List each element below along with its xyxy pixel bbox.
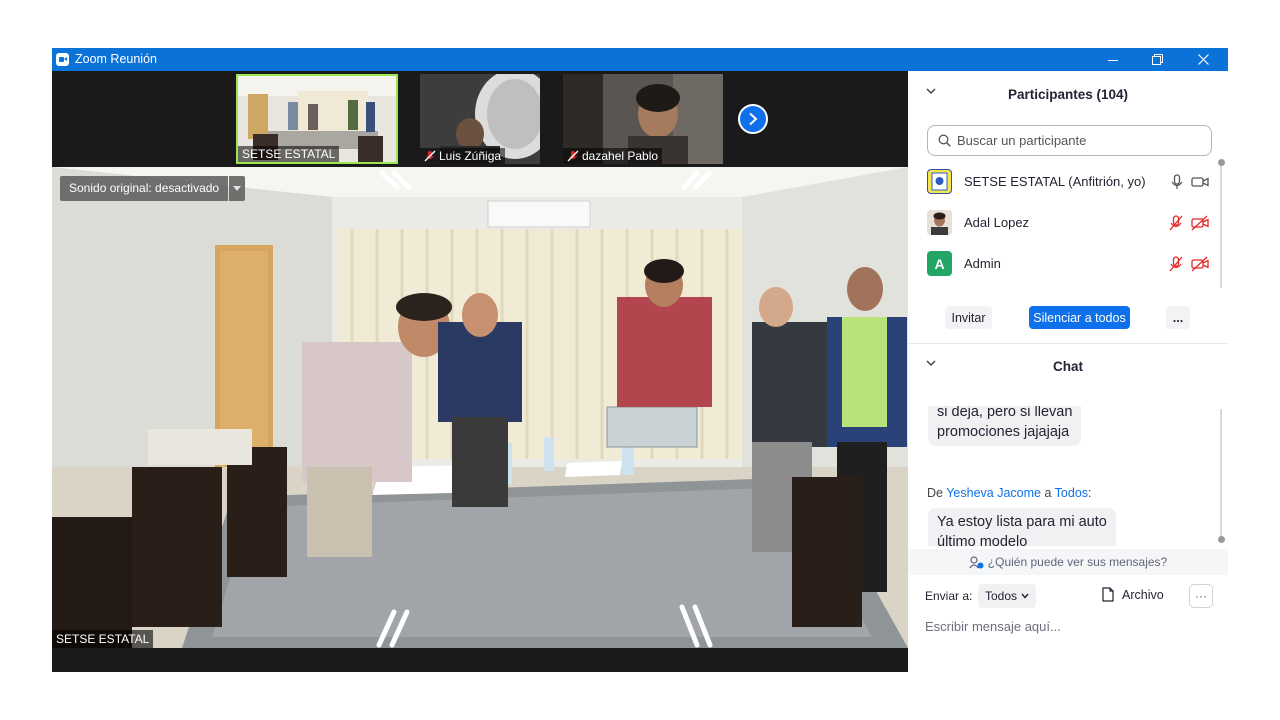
zoom-window: Zoom Reunión SETSE ESTATAL Luis Zúñiga d… xyxy=(52,48,1228,672)
chat-message-line: Ya estoy lista para mi auto xyxy=(937,514,1107,530)
main-video[interactable]: Sonido original: desactivado SETSE ESTAT… xyxy=(52,167,908,648)
avatar xyxy=(927,210,952,235)
microphone-muted-icon[interactable] xyxy=(1168,214,1184,231)
chevron-down-icon xyxy=(1021,593,1029,599)
file-icon xyxy=(1102,587,1114,602)
avatar xyxy=(927,169,952,194)
participants-title: Participantes (104) xyxy=(1007,86,1129,102)
video-bottom-bar xyxy=(52,648,908,672)
thumbnail-name: SETSE ESTATAL xyxy=(242,147,336,161)
next-page-button[interactable] xyxy=(738,104,768,134)
thumbnail-name: Luis Zúñiga xyxy=(439,149,502,163)
participant-name: SETSE ESTATAL (Anfitrión, yo) xyxy=(964,174,1146,189)
file-button[interactable]: Archivo xyxy=(1102,587,1164,602)
title-bar: Zoom Reunión xyxy=(52,48,1228,71)
thumbnail-label: dazahel Pablo xyxy=(563,148,663,164)
scrollbar-track xyxy=(1220,409,1222,539)
chat-message-line: si deja, pero si llevan xyxy=(937,406,1073,420)
video-off-icon[interactable] xyxy=(1191,215,1209,231)
caret-down-icon xyxy=(233,186,242,191)
restore-button[interactable] xyxy=(1134,48,1180,71)
chat-message-input[interactable] xyxy=(925,616,1215,636)
section-divider xyxy=(908,343,1228,344)
person-visibility-icon xyxy=(969,555,984,568)
participant-search[interactable] xyxy=(927,125,1212,156)
thumbnail-luis-zuniga[interactable]: Luis Zúñiga xyxy=(420,74,540,164)
recipient-name: Todos xyxy=(1054,486,1089,500)
colon: : xyxy=(1088,486,1092,500)
chat-message-bubble: Ya estoy lista para mi auto último model… xyxy=(928,508,1116,546)
thumbnail-setse-estatal[interactable]: SETSE ESTATAL xyxy=(236,74,398,164)
close-icon xyxy=(1197,54,1209,65)
from-prefix: De xyxy=(927,486,943,500)
original-sound-toggle[interactable]: Sonido original: desactivado xyxy=(60,176,246,201)
minimize-icon xyxy=(1108,59,1118,61)
microphone-icon[interactable] xyxy=(1170,173,1184,190)
microphone-muted-icon xyxy=(567,150,579,162)
original-sound-label[interactable]: Sonido original: desactivado xyxy=(60,176,229,201)
side-panel: Participantes (104) SETSE ESTATAL (Anfit… xyxy=(908,71,1228,672)
main-video-image xyxy=(52,167,908,648)
thumbnail-strip: SETSE ESTATAL Luis Zúñiga dazahel Pablo xyxy=(52,71,908,167)
participant-row[interactable]: Adal Lopez xyxy=(927,202,1209,243)
participant-name: Admin xyxy=(964,256,1001,271)
search-icon xyxy=(938,134,951,147)
video-camera-icon[interactable] xyxy=(1191,175,1209,189)
who-can-see-label[interactable]: ¿Quién puede ver sus mensajes? xyxy=(988,555,1167,569)
chat-message-sender: De Yesheva Jacome a Todos: xyxy=(927,486,1092,500)
scrollbar-thumb[interactable] xyxy=(1218,159,1225,166)
video-off-icon[interactable] xyxy=(1191,256,1209,272)
chevron-down-icon[interactable] xyxy=(926,360,936,367)
chat-message-bubble: si deja, pero si llevan promociones jaja… xyxy=(928,406,1082,446)
avatar: A xyxy=(927,251,952,276)
chat-message-line: promociones jajajaja xyxy=(937,424,1070,440)
chevron-down-icon[interactable] xyxy=(926,88,936,95)
chat-title: Chat xyxy=(1053,358,1083,374)
participants-more-button[interactable]: ... xyxy=(1166,306,1190,329)
avatar-photo xyxy=(927,210,952,235)
chat-more-button[interactable]: ··· xyxy=(1189,584,1213,608)
file-label: Archivo xyxy=(1122,587,1164,602)
send-to-dropdown[interactable]: Todos xyxy=(978,584,1036,608)
microphone-muted-icon[interactable] xyxy=(1168,255,1184,272)
participant-row[interactable]: A Admin xyxy=(927,243,1209,284)
thumbnail-name: dazahel Pablo xyxy=(582,149,659,163)
minimize-button[interactable] xyxy=(1090,48,1136,71)
thumbnail-label: Luis Zúñiga xyxy=(420,148,506,164)
send-row: Enviar a: Todos Archivo ··· xyxy=(925,584,1225,608)
window-title: Zoom Reunión xyxy=(75,52,157,66)
send-to-value: Todos xyxy=(984,589,1018,603)
sender-name[interactable]: Yesheva Jacome xyxy=(946,486,1041,500)
chat-messages: si deja, pero si llevan promociones jaja… xyxy=(908,406,1220,546)
scrollbar-thumb[interactable] xyxy=(1218,536,1225,543)
to-prefix: a xyxy=(1044,486,1052,500)
thumbnail-dazahel-pablo[interactable]: dazahel Pablo xyxy=(563,74,723,164)
chat-header: Chat xyxy=(908,346,1228,386)
scrollbar-track xyxy=(1220,163,1222,288)
zoom-app-icon xyxy=(56,53,69,66)
participant-scrollbar[interactable] xyxy=(1218,159,1225,289)
original-sound-dropdown[interactable] xyxy=(229,176,246,201)
chat-message-line: último modelo xyxy=(937,534,1028,546)
invite-button[interactable]: Invitar xyxy=(945,306,992,329)
who-can-see-messages[interactable]: ¿Quién puede ver sus mensajes? xyxy=(908,549,1228,575)
video-area: SETSE ESTATAL Luis Zúñiga dazahel Pablo … xyxy=(52,71,908,672)
participant-name: Adal Lopez xyxy=(964,215,1030,230)
close-button[interactable] xyxy=(1180,48,1226,71)
participant-list: SETSE ESTATAL (Anfitrión, yo) Adal Lopez… xyxy=(908,161,1218,289)
avatar-image xyxy=(931,172,948,191)
mute-all-button[interactable]: Silenciar a todos xyxy=(1029,306,1130,329)
participant-row[interactable]: SETSE ESTATAL (Anfitrión, yo) xyxy=(927,161,1209,202)
microphone-muted-icon xyxy=(424,150,436,162)
send-to-label: Enviar a: xyxy=(925,589,973,603)
main-speaker-label: SETSE ESTATAL xyxy=(52,630,154,648)
search-input[interactable] xyxy=(957,133,1197,148)
restore-icon xyxy=(1151,54,1163,65)
thumbnail-label: SETSE ESTATAL xyxy=(238,146,340,162)
chevron-right-icon xyxy=(749,112,758,126)
participants-header: Participantes (104) xyxy=(908,74,1228,114)
chat-scrollbar[interactable] xyxy=(1218,409,1225,543)
